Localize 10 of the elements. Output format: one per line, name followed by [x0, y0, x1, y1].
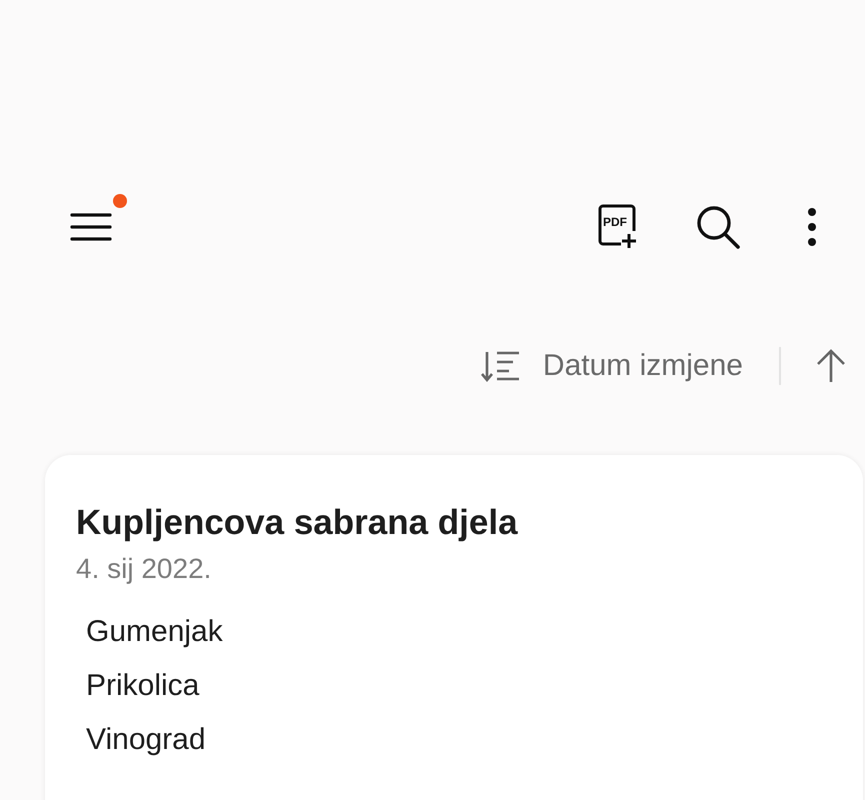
note-line: Vinograd [86, 722, 207, 758]
more-icon[interactable] [807, 207, 817, 247]
note-date: 4. sij 2022. [76, 553, 212, 585]
sort-label[interactable]: Datum izmjene [542, 349, 743, 383]
note-card[interactable]: Kupljencova sabrana djela 4. sij 2022. Gumenjak Prikolica Vinograd [45, 455, 863, 800]
note-title: Kupljencova sabrana djela [76, 503, 519, 543]
search-icon[interactable] [695, 204, 741, 250]
note-line: Gumenjak [86, 614, 224, 650]
note-line: Prikolica [86, 668, 200, 704]
arrow-up-icon[interactable] [815, 348, 847, 384]
